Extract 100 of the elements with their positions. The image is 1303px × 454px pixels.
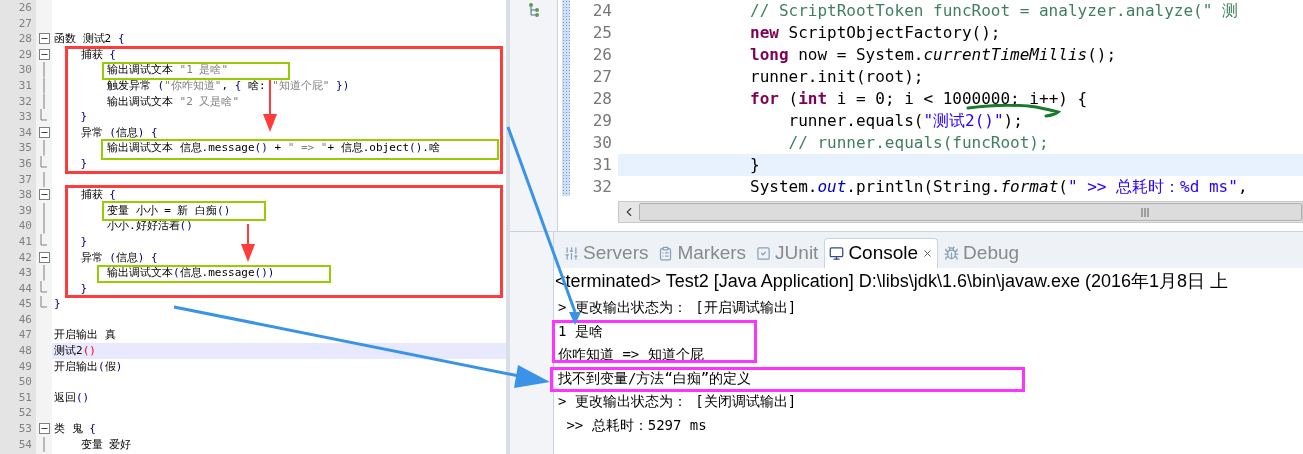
line-number: 29 <box>17 46 33 63</box>
checkbox-icon <box>756 245 772 261</box>
code-line: } <box>80 282 88 295</box>
fold-end-icon <box>40 296 48 309</box>
console-line: >> 总耗时：5297 ms <box>565 415 707 435</box>
line-number: 49 <box>17 358 33 375</box>
line-number: 31 <box>591 154 613 176</box>
code-line: long now = System.currentTimeMillis(); <box>750 49 1117 61</box>
code-line: 输出调试文本(信息.message()) <box>107 267 275 280</box>
view-tab[interactable]: JUnit <box>752 238 823 268</box>
down-arrow <box>241 224 255 262</box>
line-number: 26 <box>17 0 33 16</box>
view-tab[interactable]: Servers <box>560 238 653 268</box>
code-line: 开启输出(假) <box>54 360 123 373</box>
fold-line-icon <box>43 171 45 188</box>
line-number: 47 <box>17 327 33 344</box>
code-line: 返回() <box>54 391 90 404</box>
monitor-icon <box>829 246 845 261</box>
code-line: 捕获 { <box>80 48 116 61</box>
code-line: 输出调试文本 "2 又是啥" <box>107 95 240 108</box>
line-number: 36 <box>17 155 33 172</box>
line-number: 54 <box>17 436 33 453</box>
grip-icon <box>1141 207 1151 217</box>
line-number: 26 <box>591 44 613 66</box>
line-number: 53 <box>17 421 33 437</box>
line-number: 30 <box>17 62 33 78</box>
line-number: 51 <box>17 389 33 406</box>
view-tab[interactable]: Markers <box>654 238 751 268</box>
line-number: 46 <box>17 311 33 328</box>
console-line: 你咋知道 => 知道个屁 <box>558 345 704 364</box>
fold-toggle-icon[interactable] <box>38 251 50 263</box>
fold-toggle-icon[interactable] <box>38 423 50 435</box>
fold-line-icon <box>43 265 45 281</box>
fold-end-icon <box>40 109 48 122</box>
console-line: > 更改输出状态为： [关闭调试输出] <box>558 392 797 411</box>
code-line: } <box>54 298 61 311</box>
code-line: 测试2() <box>54 345 96 358</box>
code-line: // ScriptRootToken funcRoot = analyzer.analyze(" 测 <box>750 5 1238 17</box>
fold-toggle-icon[interactable] <box>38 189 50 201</box>
line-number: 31 <box>17 77 33 94</box>
line-number: 43 <box>17 265 33 281</box>
line-number: 28 <box>591 88 613 110</box>
line-number: 38 <box>17 187 33 203</box>
scrollbar-thumb[interactable] <box>639 203 1302 221</box>
fold-toggle-icon[interactable] <box>38 127 50 139</box>
sliders-icon <box>564 245 579 261</box>
line-number: 34 <box>17 124 33 141</box>
line-number: 48 <box>17 343 33 359</box>
code-line: 触发异常 ("你咋知道", { 啥: "知道个屁" }) <box>107 79 350 92</box>
clipboard-icon <box>658 245 674 261</box>
code-line: 类 鬼 { <box>54 423 96 436</box>
line-number: 45 <box>17 296 33 312</box>
line-number: 25 <box>591 22 613 44</box>
console-line: 找不到变量/方法“白痴”的定义 <box>558 368 752 388</box>
code-line: } <box>80 111 88 124</box>
line-number: 32 <box>17 93 33 110</box>
line-number: 41 <box>17 233 33 250</box>
code-line: 输出调试文本 "1 是啥" <box>107 64 229 77</box>
view-tab[interactable]: Debug <box>940 238 1024 268</box>
code-line: } <box>80 157 88 170</box>
fold-end-icon <box>40 233 48 246</box>
line-number: 40 <box>17 218 33 234</box>
line-number: 24 <box>591 0 613 22</box>
code-line: 捕获 { <box>80 189 116 202</box>
line-number: 39 <box>17 202 33 219</box>
line-number: 37 <box>17 171 33 188</box>
horizontal-scrollbar[interactable] <box>618 201 1303 223</box>
line-number: 33 <box>17 109 33 125</box>
code-line: runner.equals("测试2()"); <box>788 115 1023 127</box>
code-line: // runner.equals(funcRoot); <box>788 137 1049 149</box>
view-tab[interactable]: Console <box>824 238 939 268</box>
line-number: 42 <box>17 249 33 266</box>
code-line: System.out.println(String.format(" >> 总耗时：%d ms", <box>750 181 1248 193</box>
line-number: 28 <box>17 31 33 47</box>
fold-line-icon <box>43 436 45 453</box>
code-line: runner.init(root); <box>750 71 924 83</box>
line-number: 35 <box>17 140 33 156</box>
fold-end-icon <box>40 280 48 293</box>
line-number: 30 <box>591 132 613 154</box>
code-line: } <box>80 235 88 248</box>
line-number: 52 <box>17 405 33 422</box>
line-number: 27 <box>591 66 613 88</box>
line-number: 50 <box>17 374 33 390</box>
code-line: 输出调试文本 信息.message() + " => "+ 信息.object().啥 <box>107 142 440 155</box>
code-line: new ScriptObjectFactory(); <box>750 27 1001 39</box>
fold-toggle-icon[interactable] <box>38 49 50 61</box>
code-line: 异常 (信息) { <box>80 251 158 264</box>
fold-end-icon <box>40 155 48 168</box>
code-line: 开启输出 真 <box>54 329 116 342</box>
line-number: 27 <box>17 15 33 32</box>
line-number: 29 <box>591 110 613 132</box>
line-number: 32 <box>591 176 613 198</box>
line-number: 44 <box>17 280 33 297</box>
close-icon[interactable] <box>922 248 934 259</box>
code-line: 异常 (信息) { <box>80 126 158 139</box>
fold-line-icon <box>43 140 45 156</box>
code-line: 函数 测试2 { <box>54 33 125 46</box>
console-line: 1 是啥 <box>558 321 603 341</box>
code-line: 变量 小小 = 新 白痴() <box>107 204 231 217</box>
fold-toggle-icon[interactable] <box>38 33 50 45</box>
